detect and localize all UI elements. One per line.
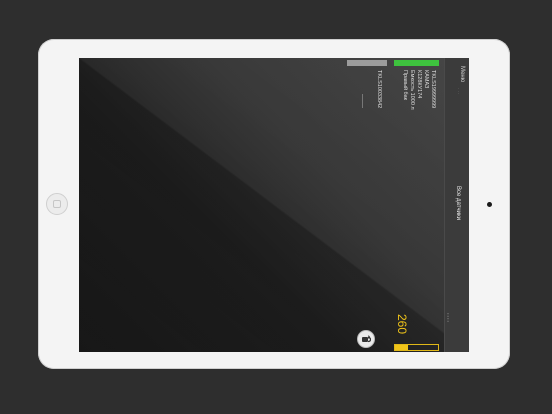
device-status-bar-inactive — [347, 60, 387, 66]
gauge-fill — [395, 345, 408, 350]
device-id: TKLS19999999 — [430, 70, 436, 109]
device-model: КАМАЗ — [423, 70, 429, 89]
panel-controls: • • • • — [446, 313, 451, 322]
device-divider — [362, 94, 363, 108]
lock-button[interactable] — [357, 330, 375, 348]
gauge-bar — [394, 344, 439, 351]
all-sensors-button[interactable]: Все датчики — [455, 186, 461, 220]
device-capacity: Емкость 1000 л — [409, 70, 415, 110]
camera — [487, 202, 492, 207]
menu-button[interactable]: Меню — [459, 66, 465, 82]
device-card-2[interactable]: TKLS10033842 — [375, 70, 382, 108]
tablet-frame: TKLS19999999 КАМАЗ К128КУ174 Емкость 100… — [38, 39, 510, 369]
gauge-value: 260 — [395, 314, 409, 335]
side-panel: Меню · · · Все датчики • • • • — [444, 58, 469, 352]
lock-icon — [362, 335, 371, 343]
menu-indicator: · · · — [456, 88, 461, 95]
device-status-bar-active — [394, 60, 439, 66]
app-screen: TKLS19999999 КАМАЗ К128КУ174 Емкость 100… — [79, 58, 469, 352]
device-card-1[interactable]: TKLS19999999 КАМАЗ К128КУ174 Емкость 100… — [401, 70, 436, 110]
home-button[interactable] — [46, 193, 68, 215]
device-plate: К128КУ174 — [416, 70, 422, 99]
device-id: TKLS10033842 — [376, 70, 382, 109]
device-tank: Правый бак — [402, 70, 408, 101]
